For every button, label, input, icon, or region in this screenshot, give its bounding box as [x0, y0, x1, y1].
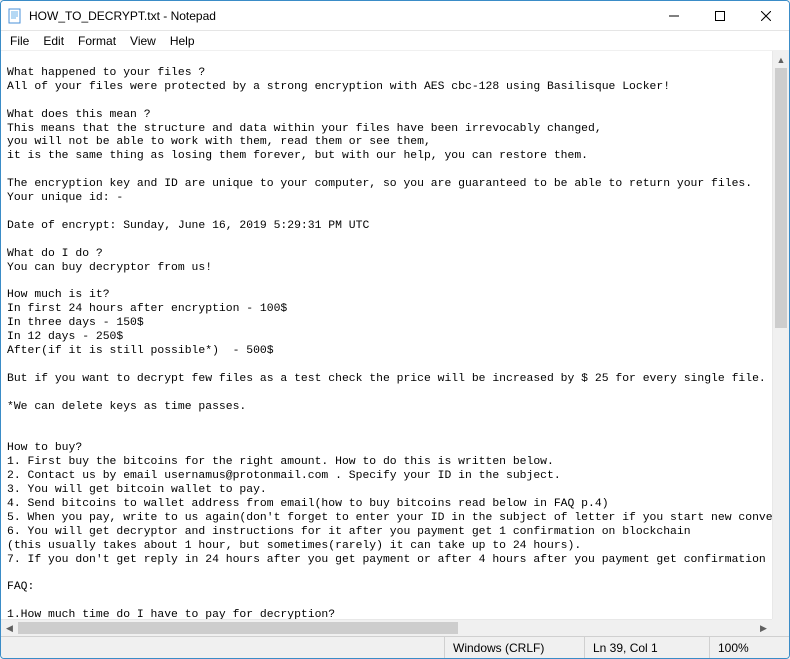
minimize-button[interactable]	[651, 1, 697, 30]
status-line-ending: Windows (CRLF)	[444, 637, 584, 658]
close-button[interactable]	[743, 1, 789, 30]
document-text[interactable]: What happened to your files ? All of you…	[1, 51, 772, 619]
text-area-container: What happened to your files ? All of you…	[1, 51, 789, 636]
menu-help[interactable]: Help	[163, 33, 202, 49]
menu-view[interactable]: View	[123, 33, 163, 49]
vertical-scroll-thumb[interactable]	[775, 68, 787, 328]
notepad-icon	[1, 8, 29, 24]
vertical-scroll-track[interactable]	[773, 68, 789, 619]
vertical-scrollbar[interactable]: ▲ ▼	[772, 51, 789, 636]
menu-file[interactable]: File	[3, 33, 36, 49]
text-area[interactable]: What happened to your files ? All of you…	[1, 51, 772, 619]
scroll-left-button[interactable]: ◀	[1, 620, 18, 636]
maximize-button[interactable]	[697, 1, 743, 30]
menu-format[interactable]: Format	[71, 33, 123, 49]
scrollbar-corner	[772, 619, 789, 636]
horizontal-scroll-track[interactable]	[18, 620, 755, 636]
window-controls	[651, 1, 789, 30]
titlebar[interactable]: HOW_TO_DECRYPT.txt - Notepad	[1, 1, 789, 31]
scroll-right-button[interactable]: ▶	[755, 620, 772, 636]
horizontal-scrollbar[interactable]: ◀ ▶	[1, 619, 772, 636]
status-cursor-position: Ln 39, Col 1	[584, 637, 709, 658]
scroll-up-button[interactable]: ▲	[773, 51, 789, 68]
status-zoom: 100%	[709, 637, 789, 658]
menubar: File Edit Format View Help	[1, 31, 789, 51]
notepad-window: HOW_TO_DECRYPT.txt - Notepad File Edit F…	[0, 0, 790, 659]
window-title: HOW_TO_DECRYPT.txt - Notepad	[29, 9, 651, 23]
horizontal-scroll-thumb[interactable]	[18, 622, 458, 634]
statusbar: Windows (CRLF) Ln 39, Col 1 100%	[1, 636, 789, 658]
menu-edit[interactable]: Edit	[36, 33, 71, 49]
